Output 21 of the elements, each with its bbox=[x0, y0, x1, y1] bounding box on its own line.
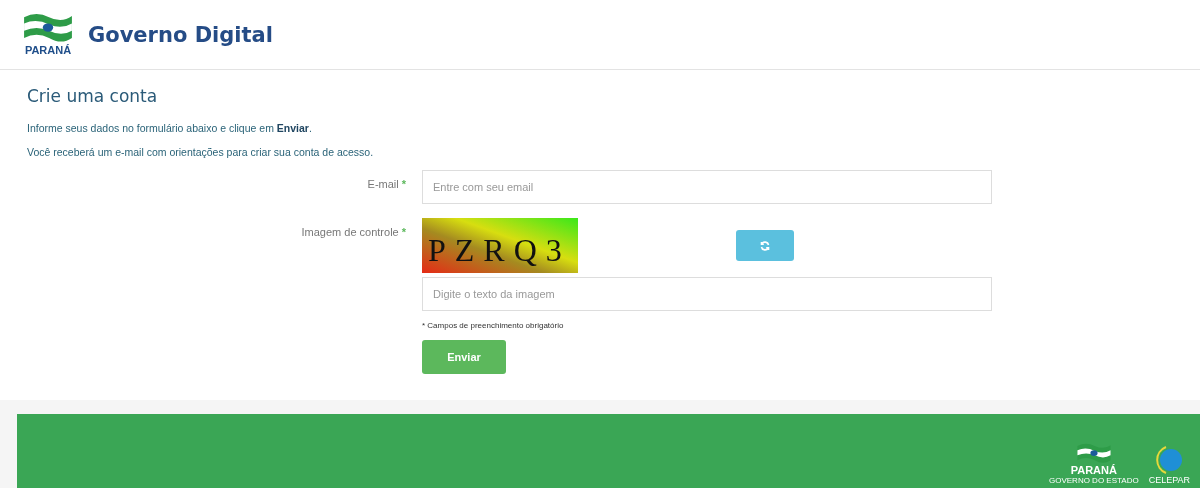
required-note: * Campos de preenchimento obrigatório bbox=[422, 321, 565, 330]
submit-button[interactable]: Enviar bbox=[422, 340, 506, 374]
field-label: E-mail bbox=[367, 178, 399, 190]
required-mark: * bbox=[401, 178, 406, 190]
intro-text: Informe seus dados no formulário abaixo e clique em Enviar. bbox=[27, 122, 313, 134]
globe-icon bbox=[1154, 445, 1185, 475]
refresh-icon bbox=[760, 240, 770, 251]
state-subtitle: GOVERNO DO ESTADO bbox=[1049, 476, 1139, 485]
captcha-input[interactable]: Digite o texto da imagem bbox=[422, 277, 992, 311]
refresh-button[interactable] bbox=[736, 230, 794, 261]
site-title: Governo Digital bbox=[88, 22, 273, 47]
page-heading: Crie uma conta bbox=[27, 86, 159, 106]
company-name: CELEPAR bbox=[1148, 475, 1190, 485]
info-text: Você receberá um e-mail com orientações para criar sua conta de acesso. bbox=[27, 146, 375, 158]
state-name: PARANÁ bbox=[1070, 465, 1117, 476]
flag-icon bbox=[1075, 442, 1112, 465]
field-label: Imagem de controle bbox=[301, 226, 399, 238]
input-field[interactable]: Entre com seu email bbox=[422, 170, 992, 204]
captcha-image: PZRQ3 bbox=[422, 218, 578, 273]
state-name: PARANÁ bbox=[24, 45, 72, 57]
required-mark: * bbox=[401, 226, 406, 238]
